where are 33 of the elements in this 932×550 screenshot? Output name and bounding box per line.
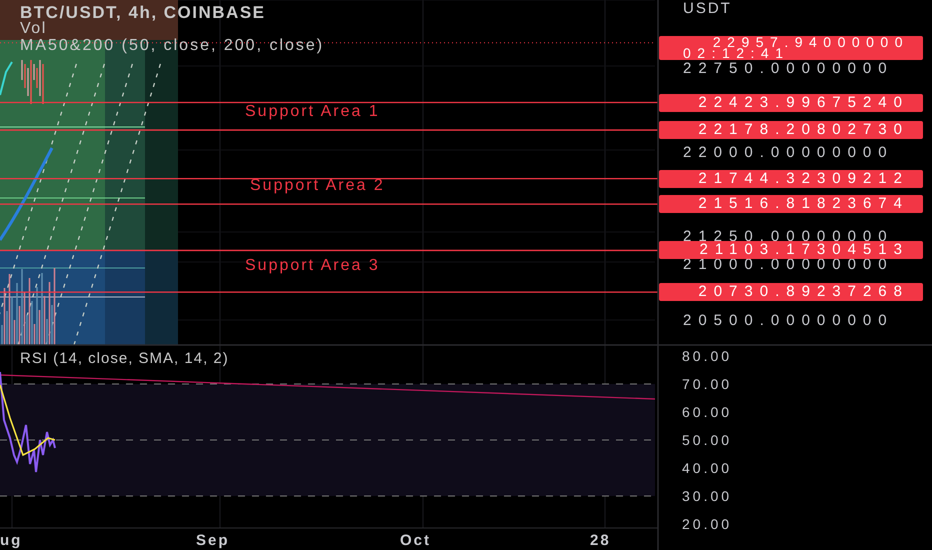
price-tag: 21103.17304513: [659, 241, 923, 260]
time-label: ug: [0, 532, 22, 549]
price-tick: 22750.00000000: [683, 63, 894, 75]
indicator-label: Vol: [20, 20, 47, 38]
price-tag: 20730.89237268: [659, 283, 923, 302]
moving-average-line: [0, 61, 13, 96]
price-tag: 21516.81823674: [659, 195, 923, 214]
time-label: Sep: [196, 532, 230, 549]
price-tag: 22423.99675240: [659, 94, 923, 112]
price-tick: 20500.00000000: [683, 315, 894, 327]
price-tick: 21000.00000000: [683, 259, 894, 271]
support-label: Support Area 2: [250, 177, 385, 195]
rsi-tick: 40.00: [682, 460, 732, 476]
currency-label: USDT: [683, 3, 732, 15]
rsi-tick: 20.00: [682, 516, 732, 532]
rsi-tick: 80.00: [682, 348, 732, 364]
time-label: Oct: [400, 532, 432, 549]
support-label: Support Area 3: [245, 257, 380, 275]
chart-title: BTC/USDT, 4h, COINBASE: [20, 3, 266, 22]
price-tick: 22000.00000000: [683, 147, 894, 159]
indicator-label: MA50&200 (50, close, 200, close): [20, 37, 324, 55]
price-tag: 21744.32309212: [659, 170, 923, 188]
rsi-tick: 30.00: [682, 488, 732, 504]
rsi-tick: 50.00: [682, 432, 732, 448]
support-label: Support Area 1: [245, 103, 380, 121]
price-tag: 22178.20802730: [659, 121, 923, 140]
price-tick: 21250.00000000: [683, 231, 894, 243]
rsi-average-line: [0, 384, 56, 456]
indicator-label: RSI (14, close, SMA, 14, 2): [20, 350, 229, 367]
time-label: 28: [590, 532, 611, 549]
rsi-tick: 60.00: [682, 404, 732, 420]
rsi-tick: 70.00: [682, 376, 732, 392]
last-price-tag: 22957.94000000 02:12:41: [659, 36, 923, 60]
